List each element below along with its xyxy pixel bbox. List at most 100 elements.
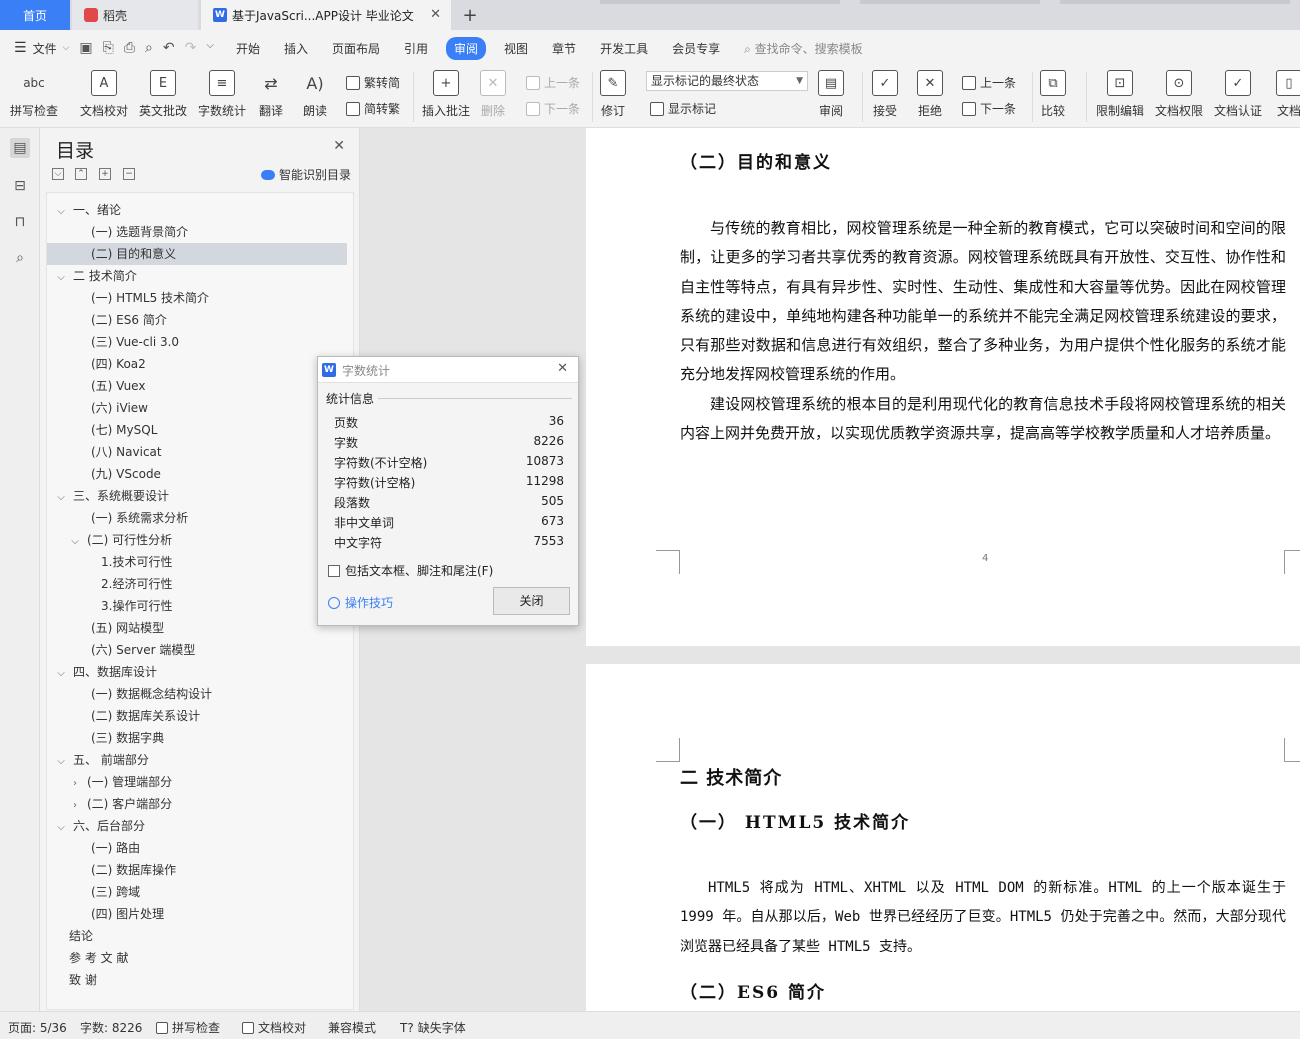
toc-item[interactable]: (二) 数据库关系设计 xyxy=(47,705,347,727)
chevron-down-icon[interactable]: ⌵ xyxy=(69,531,81,553)
toc-item[interactable]: (四) Koa2 xyxy=(47,353,347,375)
close-button[interactable]: 关闭 xyxy=(493,587,570,615)
toc-item[interactable]: (七) MySQL xyxy=(47,419,347,441)
toc-item[interactable]: 结论 xyxy=(47,925,347,947)
collapse-all-icon[interactable]: ⌃ xyxy=(75,168,87,180)
doc-certify-button[interactable]: ✓ 文档认证 xyxy=(1214,70,1262,119)
command-search[interactable]: ⌕ 查找命令、搜索模板 xyxy=(744,40,863,57)
to-simplified-button[interactable]: 简转繁 xyxy=(346,100,400,117)
close-icon[interactable]: ✕ xyxy=(333,138,345,154)
expand-all-icon[interactable]: ⌵ xyxy=(52,168,64,180)
toc-item[interactable]: › (一) 管理端部分 xyxy=(47,771,347,793)
spell-check-button[interactable]: abc 拼写检查 xyxy=(10,70,58,119)
chevron-down-icon[interactable]: ⌵ xyxy=(55,487,67,509)
toc-item[interactable]: 参 考 文 献 xyxy=(47,947,347,969)
close-tab-icon[interactable]: ✕ xyxy=(430,7,441,22)
prev-change-button[interactable]: 上一条 xyxy=(962,74,1016,91)
toc-item[interactable]: (九) VScode xyxy=(47,463,347,485)
toc-icon[interactable]: ▤ xyxy=(10,138,30,158)
toc-item[interactable]: (一) 路由 xyxy=(47,837,347,859)
to-traditional-button[interactable]: 繁转简 xyxy=(346,74,400,91)
file-menu[interactable]: ☰ 文件 ⌵ xyxy=(14,40,69,57)
tab-document[interactable]: W 基于JavaScri...APP设计 毕业论文 ✕ xyxy=(201,0,451,30)
word-count-button[interactable]: ≡ 字数统计 xyxy=(198,70,246,119)
toc-item[interactable]: (八) Navicat xyxy=(47,441,347,463)
menu-review[interactable]: 审阅 xyxy=(446,36,487,60)
toc-item[interactable]: (六) iView xyxy=(47,397,347,419)
toc-item[interactable]: ⌵ 二 技术简介 xyxy=(47,265,347,287)
navigation-icon[interactable]: ⊟ xyxy=(10,176,30,196)
show-markup-button[interactable]: 显示标记 xyxy=(650,100,716,117)
toc-item[interactable]: (一) 系统需求分析 xyxy=(47,507,347,529)
review-pane-button[interactable]: ▤ 审阅 xyxy=(818,70,844,119)
next-change-button[interactable]: 下一条 xyxy=(962,100,1016,117)
toc-item[interactable]: (三) Vue-cli 3.0 xyxy=(47,331,347,353)
restrict-edit-button[interactable]: ⊡ 限制编辑 xyxy=(1096,70,1144,119)
remove-heading-icon[interactable]: − xyxy=(123,168,135,180)
print-icon[interactable]: ⎙ xyxy=(124,40,135,56)
doc-proof-status[interactable]: 文档校对 xyxy=(242,1019,306,1036)
bookmark-icon[interactable]: ⊓ xyxy=(10,212,30,232)
word-count-indicator[interactable]: 字数: 8226 xyxy=(80,1019,142,1036)
save-icon[interactable]: ▣ xyxy=(79,40,92,56)
english-review-button[interactable]: E 英文批改 xyxy=(139,70,187,119)
tab-home[interactable]: 首页 xyxy=(0,0,70,30)
chevron-down-icon[interactable]: ⌵ xyxy=(55,663,67,685)
accept-button[interactable]: ✓ 接受 xyxy=(872,70,898,119)
customize-icon[interactable]: ⌵ xyxy=(206,40,214,56)
toc-item[interactable]: (一) HTML5 技术简介 xyxy=(47,287,347,309)
include-textbox-checkbox[interactable]: 包括文本框、脚注和尾注(F) xyxy=(328,562,493,579)
toc-item[interactable]: ⌵ (二) 可行性分析 xyxy=(47,529,347,551)
chevron-down-icon[interactable]: ⌵ xyxy=(55,201,67,223)
missing-font-status[interactable]: T? 缺失字体 xyxy=(400,1019,466,1036)
prev-comment-button[interactable]: 上一条 xyxy=(526,74,580,91)
menu-layout[interactable]: 页面布局 xyxy=(326,37,386,60)
toc-item[interactable]: 致 谢 xyxy=(47,969,347,991)
add-heading-icon[interactable]: + xyxy=(99,168,111,180)
doc-more-button[interactable]: ▯ 文档 xyxy=(1276,70,1300,119)
toc-item[interactable]: ⌵ 六、后台部分 xyxy=(47,815,347,837)
menu-start[interactable]: 开始 xyxy=(230,37,266,60)
menu-member[interactable]: 会员专享 xyxy=(666,37,726,60)
smart-toc-button[interactable]: 智能识别目录 xyxy=(260,166,351,183)
new-tab-button[interactable]: + xyxy=(460,0,480,30)
export-icon[interactable]: ⎘ xyxy=(103,40,114,56)
menu-reference[interactable]: 引用 xyxy=(398,37,434,60)
toc-item[interactable]: ⌵ 五、 前端部分 xyxy=(47,749,347,771)
reject-button[interactable]: ✕ 拒绝 xyxy=(917,70,943,119)
markup-state-select[interactable]: 显示标记的最终状态 ▼ xyxy=(646,71,808,91)
redo-icon[interactable]: ↷ xyxy=(185,40,197,56)
insert-comment-button[interactable]: + 插入批注 xyxy=(422,70,470,119)
menu-view[interactable]: 视图 xyxy=(498,37,534,60)
track-changes-button[interactable]: ✎ 修订 xyxy=(600,70,626,119)
chevron-down-icon[interactable]: ⌵ xyxy=(55,751,67,773)
toc-item[interactable]: (一) 数据概念结构设计 xyxy=(47,683,347,705)
toc-item[interactable]: (六) Server 端模型 xyxy=(47,639,347,661)
close-icon[interactable]: ✕ xyxy=(557,361,568,376)
tips-link[interactable]: 操作技巧 xyxy=(328,594,393,611)
tab-daoke[interactable]: 稻壳 xyxy=(72,0,198,30)
toc-item[interactable]: (二) 目的和意义 xyxy=(47,243,347,265)
doc-proof-button[interactable]: A 文档校对 xyxy=(80,70,128,119)
menu-insert[interactable]: 插入 xyxy=(278,37,314,60)
toc-item[interactable]: (三) 数据字典 xyxy=(47,727,347,749)
toc-item[interactable]: 1.技术可行性 xyxy=(47,551,347,573)
page-indicator[interactable]: 页面: 5/36 xyxy=(8,1019,67,1036)
document-page[interactable]: 二 技术简介 （一） HTML5 技术简介 HTML5 将成为 HTML、XHT… xyxy=(586,664,1300,1011)
translate-button[interactable]: ⇄ 翻译 xyxy=(258,70,284,119)
delete-comment-button[interactable]: ✕ 删除 xyxy=(480,70,506,119)
document-page[interactable]: （二）目的和意义 与传统的教育相比，网校管理系统是一种全新的教育模式，它可以突破… xyxy=(586,128,1300,646)
chevron-down-icon[interactable]: ⌵ xyxy=(55,267,67,289)
toc-item[interactable]: › (二) 客户端部分 xyxy=(47,793,347,815)
toc-item[interactable]: (三) 跨域 xyxy=(47,881,347,903)
toc-item[interactable]: (四) 图片处理 xyxy=(47,903,347,925)
doc-permission-button[interactable]: ⊙ 文档权限 xyxy=(1155,70,1203,119)
chevron-right-icon[interactable]: › xyxy=(69,795,81,817)
toc-item[interactable]: ⌵ 四、数据库设计 xyxy=(47,661,347,683)
toc-item[interactable]: ⌵ 三、系统概要设计 xyxy=(47,485,347,507)
next-comment-button[interactable]: 下一条 xyxy=(526,100,580,117)
dialog-titlebar[interactable]: W 字数统计 ✕ xyxy=(318,357,578,383)
undo-icon[interactable]: ↶ xyxy=(163,40,175,56)
menu-devtools[interactable]: 开发工具 xyxy=(594,37,654,60)
toc-item[interactable]: 2.经济可行性 xyxy=(47,573,347,595)
